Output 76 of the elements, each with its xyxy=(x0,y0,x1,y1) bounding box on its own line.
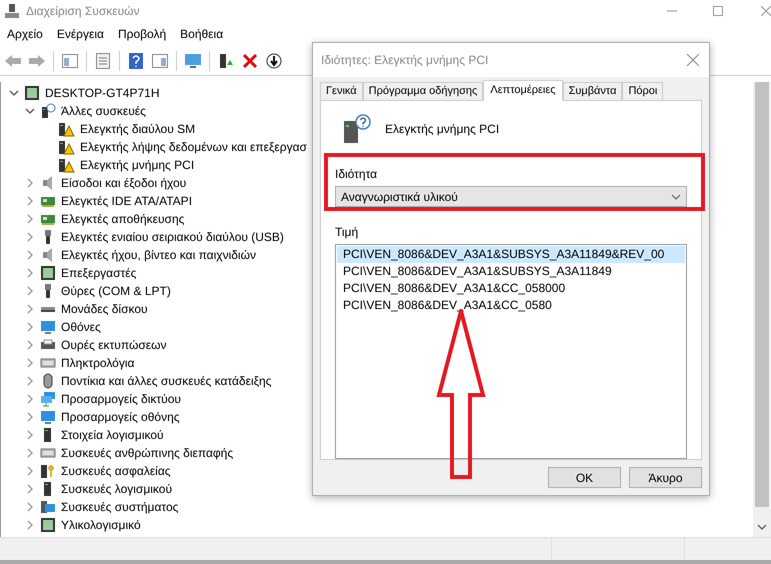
value-label: Τιμή xyxy=(335,224,360,241)
tree-item[interactable]: Ελεγκτής μνήμης PCI xyxy=(78,157,194,173)
device-name: Ελεγκτής μνήμης PCI xyxy=(385,121,500,138)
menu-item[interactable]: Αρχείο xyxy=(2,25,48,43)
menu-item[interactable]: Βοήθεια xyxy=(175,25,228,43)
close-icon xyxy=(687,54,699,66)
drive-icon xyxy=(40,306,56,312)
property-label: Ιδιότητα xyxy=(335,166,378,183)
tree-item[interactable]: Επεξεργαστές xyxy=(59,265,136,281)
tree-item[interactable]: Ελεγκτές ενιαίου σειριακού διαύλου (USB) xyxy=(59,229,284,245)
tree-item[interactable]: Ελεγκτής λήψης δεδομένων και επεξεργασ xyxy=(78,139,307,155)
tree-item[interactable]: Θύρες (COM & LPT) xyxy=(59,283,171,299)
tree-item[interactable]: DESKTOP-GT4P71H xyxy=(43,85,160,101)
scrollbar-thumb[interactable] xyxy=(755,82,769,507)
tree-item[interactable]: Ποντίκια και άλλες συσκευές κατάδειξης xyxy=(59,373,272,389)
scroll-down-icon[interactable] xyxy=(757,523,767,531)
document-icon xyxy=(96,52,110,68)
chip-icon xyxy=(40,265,56,281)
tab[interactable]: Γενικά xyxy=(320,82,363,100)
tree-item[interactable]: Μονάδες δίσκου xyxy=(59,301,148,317)
close-icon xyxy=(761,6,771,16)
tree-item[interactable]: Είσοδοι και έξοδοι ήχου xyxy=(59,175,186,191)
tree-item[interactable]: Συσκευές συστήματος xyxy=(59,499,178,515)
tree-item[interactable]: Προσαρμογείς οθόνης xyxy=(59,409,180,425)
cancel-button[interactable]: Άκυρο xyxy=(629,467,702,488)
tree-item[interactable]: Άλλες συσκευές xyxy=(59,103,146,119)
key-icon xyxy=(40,463,56,479)
forward-arrow-icon xyxy=(28,54,46,68)
tree-item[interactable]: Ελεγκτές αποθήκευσης xyxy=(59,211,184,227)
tree-item[interactable]: Ελεγκτές ήχου, βίντεο και παιχνιδιών xyxy=(59,247,256,263)
back-arrow-icon xyxy=(4,54,22,68)
device-question-icon xyxy=(343,113,371,145)
tab[interactable]: Συμβάντα xyxy=(562,82,622,100)
device-arrow-icon xyxy=(218,52,234,68)
help-icon xyxy=(129,52,143,68)
dialog-title: Ιδιότητες: Ελεγκτής μνήμης PCI xyxy=(321,52,490,69)
property-dropdown[interactable]: Αναγνωριστικά υλικού xyxy=(335,186,687,207)
tree-item[interactable]: Ελεγκτής διαύλου SM xyxy=(78,121,196,137)
tree-item[interactable]: Συσκευές ανθρώπινης διεπαφής xyxy=(59,445,234,461)
menu-item[interactable]: Ενέργεια xyxy=(52,25,109,43)
tree-item[interactable]: Ελεγκτές IDE ATA/ATAPI xyxy=(59,193,192,209)
list-item[interactable]: PCI\VEN_8086&DEV_A3A1&SUBSYS_A3A11849 xyxy=(337,263,685,280)
scrollbar[interactable] xyxy=(753,82,771,537)
computer-icon xyxy=(4,3,20,19)
tree-item[interactable]: Οθόνες xyxy=(59,319,101,335)
chip-icon xyxy=(24,85,40,101)
tree-item[interactable]: Υλικολογισμικό xyxy=(59,517,141,533)
monitor-icon xyxy=(40,409,56,425)
folder-icon xyxy=(40,499,56,515)
tab[interactable]: Πόροι xyxy=(622,82,664,100)
tab[interactable]: Πρόγραμμα οδήγησης xyxy=(362,82,484,100)
tree-item[interactable]: Προσαρμογείς δικτύου xyxy=(59,391,181,407)
tree-item[interactable]: Ουρές εκτυπώσεων xyxy=(59,337,166,353)
tree-item[interactable]: Συσκευές λογισμικού xyxy=(59,481,172,497)
chevron-down-icon xyxy=(671,194,681,200)
tree-item[interactable]: Στοιχεία λογισμικού xyxy=(59,427,164,443)
network-icon xyxy=(40,391,56,407)
chip-icon xyxy=(40,517,56,533)
list-item[interactable]: PCI\VEN_8086&DEV_A3A1&CC_0580 xyxy=(337,297,685,314)
window-panes-icon xyxy=(152,54,168,68)
menu-item[interactable]: Προβολή xyxy=(112,25,172,43)
close-button[interactable] xyxy=(685,52,701,68)
monitor-icon xyxy=(184,52,202,68)
list-item[interactable]: PCI\VEN_8086&DEV_A3A1&SUBSYS_A3A11849&REV_00 xyxy=(337,246,685,263)
ok-button[interactable]: OK xyxy=(548,467,621,488)
maximize-icon xyxy=(713,6,723,16)
down-arrow-circle-icon xyxy=(266,52,282,68)
list-item[interactable]: PCI\VEN_8086&DEV_A3A1&CC_058000 xyxy=(337,280,685,297)
tree-item[interactable]: Πληκτρολόγια xyxy=(59,355,134,371)
tab[interactable]: Λεπτομέρειες xyxy=(483,80,563,101)
cross-icon xyxy=(243,54,257,68)
computer-icon xyxy=(40,103,56,119)
tree-item[interactable]: Συσκευές ασφαλείας xyxy=(59,463,171,479)
monitor-icon xyxy=(40,319,56,335)
window-title: Διαχείριση Συσκευών xyxy=(26,3,140,20)
window-panes-icon xyxy=(62,54,78,68)
